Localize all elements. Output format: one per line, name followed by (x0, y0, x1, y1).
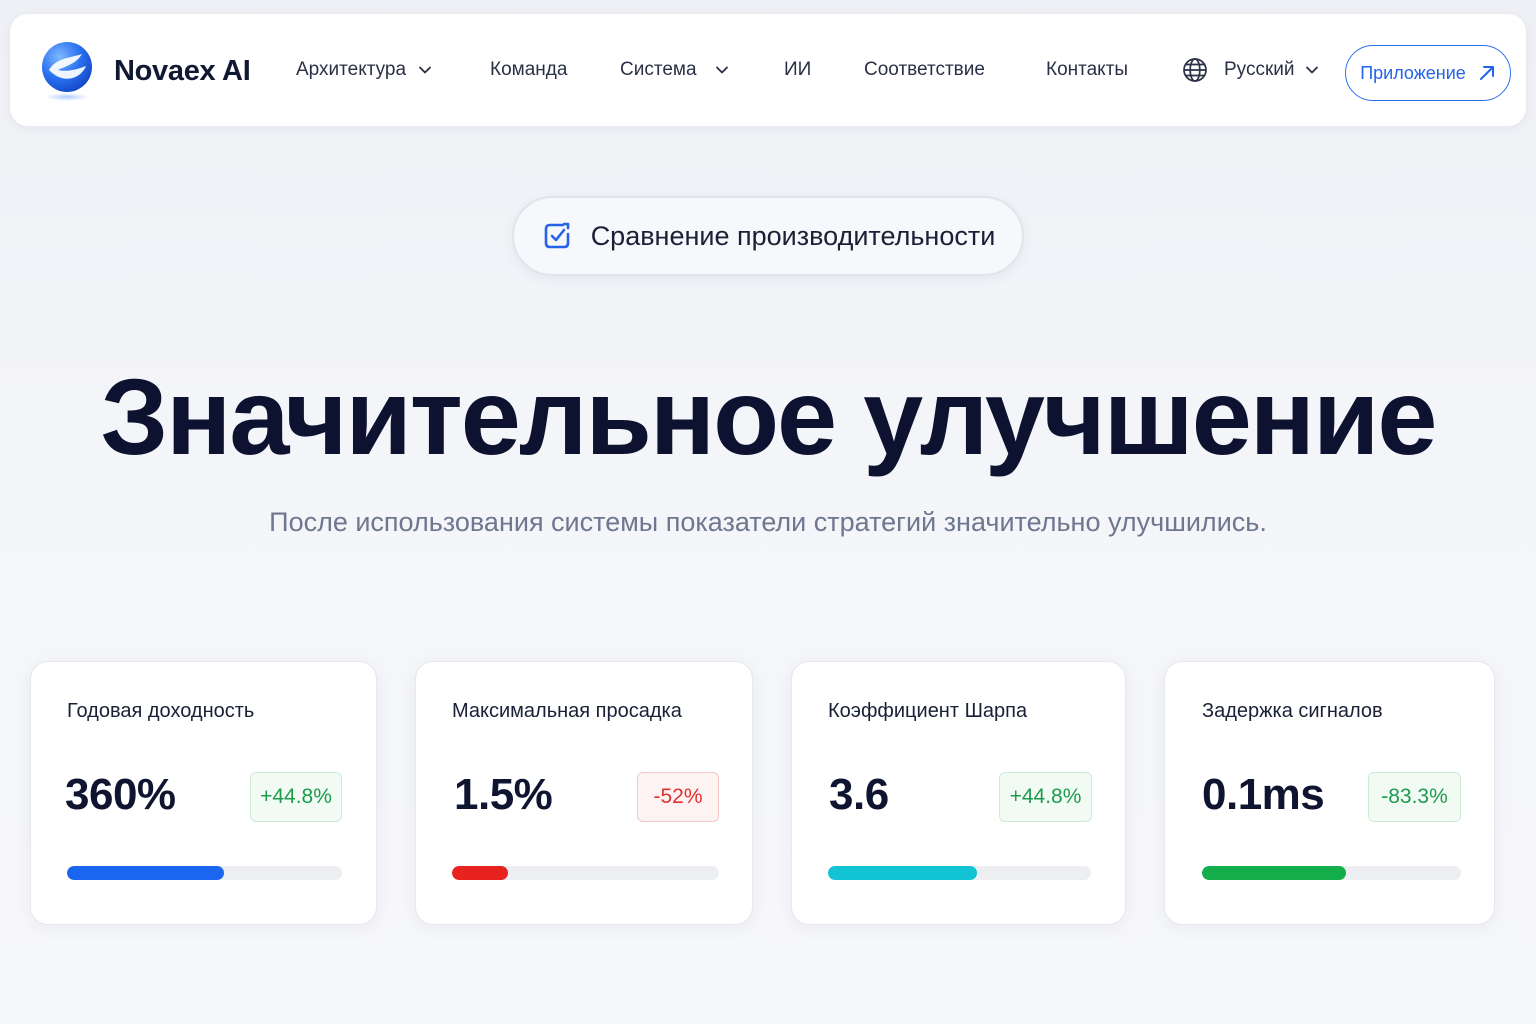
metric-delta-badge: -83.3% (1368, 772, 1461, 822)
chevron-down-icon (419, 66, 431, 74)
section-badge: Сравнение производительности (512, 196, 1024, 276)
arrow-up-right-icon (1479, 66, 1494, 80)
metric-value: 0.1ms (1202, 770, 1325, 819)
nav-item-system[interactable]: Система (620, 14, 729, 126)
metric-card-annual-return: Годовая доходность 360% +44.8% (30, 661, 377, 925)
nav-item-label: ИИ (784, 59, 812, 80)
badge-label: Сравнение производительности (590, 220, 996, 251)
nav-item-label: Команда (490, 59, 568, 80)
metric-value: 3.6 (829, 770, 889, 819)
metric-progress-fill (67, 866, 224, 880)
nav-item-ai[interactable]: ИИ (784, 14, 811, 126)
metric-progress-track (828, 866, 1091, 880)
metric-title: Коэффициент Шарпа (828, 700, 1028, 722)
metric-delta-badge: +44.8% (999, 772, 1092, 822)
nav-item-label: Система (620, 59, 697, 80)
novaex-logo-icon (42, 42, 92, 101)
hero-title: Значительное улучшение (100, 356, 1438, 477)
metric-progress-fill (452, 866, 509, 880)
metric-progress-track (1202, 866, 1461, 880)
brand-logo[interactable]: Novaex AI (40, 40, 251, 102)
metric-delta-badge: +44.8% (250, 772, 342, 822)
check-square-icon (544, 222, 569, 249)
chevron-down-icon (715, 66, 728, 74)
top-navbar: Novaex AI Архитектура Команда Система ИИ… (10, 14, 1526, 126)
app-button-label: Приложение (1360, 62, 1466, 83)
language-label: Русский (1224, 59, 1295, 80)
metric-card-max-drawdown: Максимальная просадка 1.5% -52% (415, 661, 753, 925)
chevron-down-icon (1305, 66, 1318, 74)
metric-progress-track (452, 866, 719, 880)
nav-item-architecture[interactable]: Архитектура (296, 14, 432, 126)
metric-title: Максимальная просадка (452, 700, 682, 722)
metric-value: 360% (65, 770, 176, 819)
language-selector[interactable]: Русский (1182, 14, 1319, 126)
metric-delta-badge: -52% (637, 772, 719, 822)
nav-item-label: Соответствие (864, 59, 985, 80)
metric-title: Задержка сигналов (1202, 700, 1383, 722)
metric-card-signal-latency: Задержка сигналов 0.1ms -83.3% (1164, 661, 1495, 925)
metric-progress-fill (1202, 866, 1346, 880)
metric-title: Годовая доходность (67, 700, 255, 722)
nav-item-team[interactable]: Команда (490, 14, 567, 126)
nav-item-contacts[interactable]: Контакты (1046, 14, 1128, 126)
metric-value: 1.5% (454, 770, 553, 819)
nav-item-compliance[interactable]: Соответствие (864, 14, 985, 126)
nav-item-label: Контакты (1046, 59, 1129, 80)
metric-progress-fill (828, 866, 977, 880)
brand-name: Novaex AI (114, 54, 251, 87)
app-button[interactable]: Приложение (1345, 45, 1511, 101)
globe-icon (1183, 58, 1207, 82)
metric-progress-track (67, 866, 342, 880)
hero-subtitle: После использования системы показатели с… (269, 507, 1267, 537)
metric-card-sharpe-ratio: Коэффициент Шарпа 3.6 +44.8% (791, 661, 1126, 925)
nav-item-label: Архитектура (296, 59, 407, 80)
